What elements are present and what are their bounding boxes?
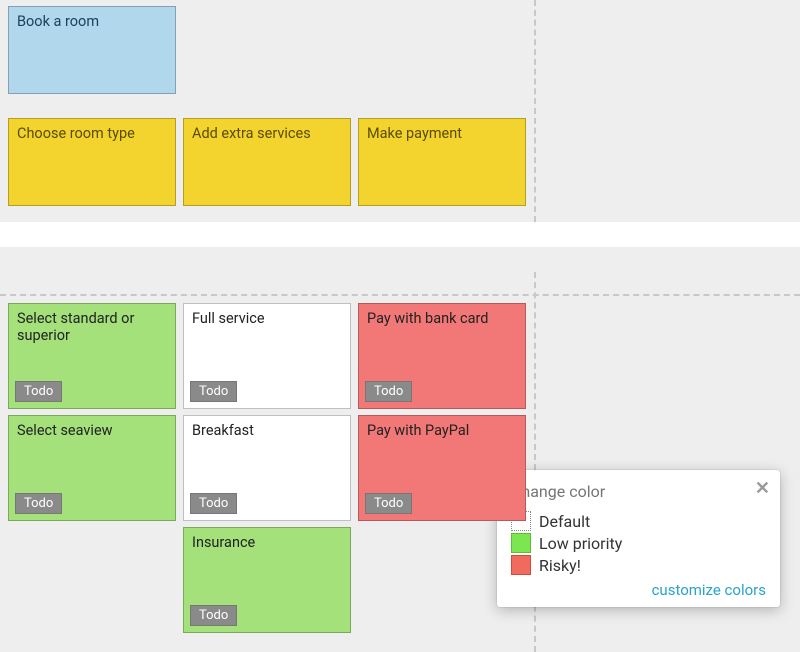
swimlane-divider (0, 294, 800, 296)
story-card[interactable]: Choose room type (8, 118, 176, 206)
card-title: Add extra services (192, 125, 342, 142)
story-card[interactable]: Make payment (358, 118, 526, 206)
status-badge: Todo (15, 493, 62, 514)
color-swatch (511, 533, 531, 553)
status-badge: Todo (365, 381, 412, 402)
release-divider (534, 0, 536, 222)
story-card[interactable]: Select standard or superior Todo (8, 303, 176, 409)
story-card[interactable]: Insurance Todo (183, 527, 351, 633)
story-card[interactable]: Add extra services (183, 118, 351, 206)
color-option[interactable]: Risky! (511, 555, 766, 575)
status-badge: Todo (365, 493, 412, 514)
story-card[interactable]: Select seaview Todo (8, 415, 176, 521)
card-title: Make payment (367, 125, 517, 142)
card-title: Select standard or superior (17, 310, 167, 344)
card-title: Breakfast (192, 422, 342, 439)
band-gap (0, 222, 800, 247)
card-title: Pay with bank card (367, 310, 517, 327)
story-card[interactable]: Breakfast Todo (183, 415, 351, 521)
close-icon[interactable]: ✕ (755, 478, 770, 499)
color-option[interactable]: Default (511, 511, 766, 531)
color-option-label: Low priority (539, 534, 622, 553)
customize-colors-link[interactable]: customize colors (511, 581, 766, 599)
color-swatch (511, 555, 531, 575)
card-title: Insurance (192, 534, 342, 551)
change-color-popover: Change color ✕ Default Low priority Risky!… (497, 470, 780, 607)
band-gap (0, 247, 800, 272)
story-card[interactable]: Pay with PayPal Todo (358, 415, 526, 521)
card-title: Book a room (17, 13, 167, 30)
story-card[interactable]: Book a room (8, 6, 176, 94)
color-option-label: Default (539, 512, 590, 531)
status-badge: Todo (15, 381, 62, 402)
story-card[interactable]: Full service Todo (183, 303, 351, 409)
card-title: Full service (192, 310, 342, 327)
status-badge: Todo (190, 381, 237, 402)
color-option[interactable]: Low priority (511, 533, 766, 553)
card-title: Select seaview (17, 422, 167, 439)
story-card[interactable]: Pay with bank card Todo (358, 303, 526, 409)
status-badge: Todo (190, 493, 237, 514)
popover-title: Change color (511, 482, 766, 501)
status-badge: Todo (190, 605, 237, 626)
color-option-label: Risky! (539, 556, 581, 575)
card-title: Pay with PayPal (367, 422, 517, 439)
card-title: Choose room type (17, 125, 167, 142)
